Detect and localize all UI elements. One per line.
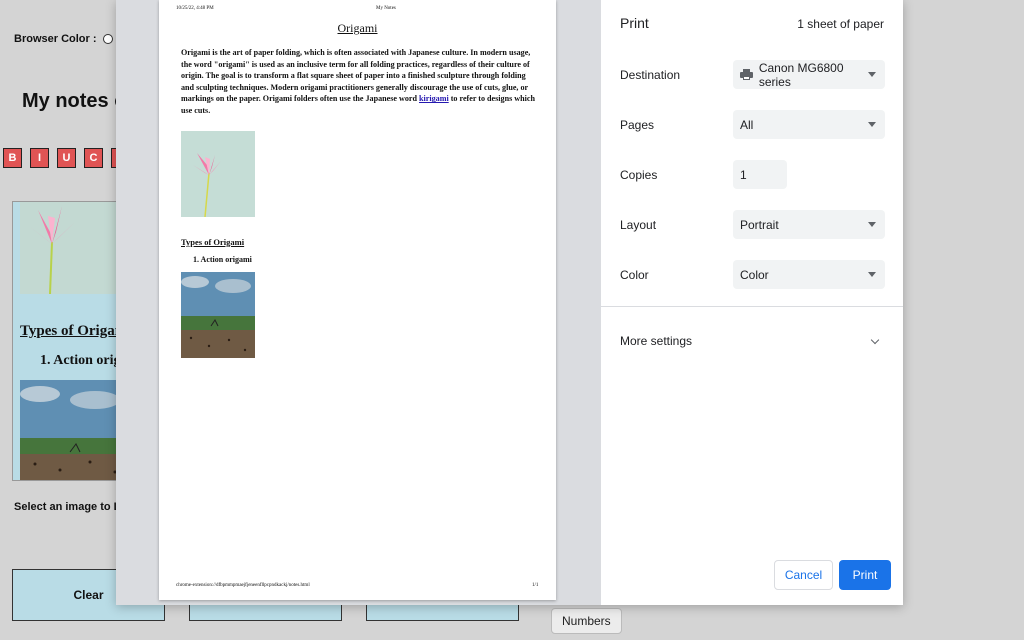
print-settings-panel: Print 1 sheet of paper Destination Canon… — [601, 0, 903, 605]
browser-color-radio[interactable] — [102, 34, 113, 44]
color-button[interactable]: C — [84, 148, 103, 168]
preview-body-text: Origami is the art of paper folding, whi… — [181, 47, 537, 117]
underline-button[interactable]: U — [57, 148, 76, 168]
print-preview-area: 10/25/22, 4:48 PM My Notes Origami Origa… — [116, 0, 601, 605]
chevron-down-icon — [870, 335, 880, 344]
editor-subheading: Types of Origam — [20, 323, 128, 339]
more-settings-toggle[interactable]: More settings — [601, 326, 903, 356]
bold-button[interactable]: B — [3, 148, 22, 168]
caret-down-icon — [868, 72, 876, 77]
preview-subheading: Types of Origami — [181, 237, 245, 247]
caret-down-icon — [868, 222, 876, 227]
cancel-button[interactable]: Cancel — [774, 560, 833, 590]
numbers-tooltip: Numbers — [551, 608, 622, 634]
origami-flower-image — [20, 202, 130, 294]
format-toolbar: B I U C — [3, 148, 130, 168]
color-value: Color — [740, 267, 769, 282]
italic-button[interactable]: I — [30, 148, 49, 168]
printer-icon — [740, 69, 753, 80]
destination-select[interactable]: Canon MG6800 series — [733, 60, 885, 89]
caret-down-icon — [868, 122, 876, 127]
pages-label: Pages — [620, 118, 655, 132]
print-dialog: 10/25/22, 4:48 PM My Notes Origami Origa… — [116, 0, 903, 605]
preview-header-title: My Notes — [376, 6, 396, 11]
preview-header-datetime: 10/25/22, 4:48 PM — [176, 6, 214, 11]
more-settings-label: More settings — [620, 334, 693, 348]
color-select[interactable]: Color — [733, 260, 885, 289]
preview-page: 10/25/22, 4:48 PM My Notes Origami Origa… — [159, 0, 556, 600]
layout-value: Portrait — [740, 217, 779, 232]
layout-label: Layout — [620, 218, 657, 232]
sheet-count: 1 sheet of paper — [797, 17, 884, 31]
editor-list-item: 1. Action origa — [40, 353, 128, 368]
preview-doc-title: Origami — [337, 21, 378, 35]
copies-input[interactable]: 1 — [733, 160, 787, 189]
destination-label: Destination — [620, 68, 681, 82]
select-image-text: Select an image to Lo — [14, 501, 128, 513]
layout-select[interactable]: Portrait — [733, 210, 885, 239]
print-dialog-title: Print — [620, 15, 649, 31]
browser-color-label: Browser Color : — [14, 33, 97, 45]
notes-heading: My notes o — [22, 90, 127, 112]
action-origami-image — [20, 380, 130, 480]
pages-value: All — [740, 117, 754, 132]
print-button[interactable]: Print — [839, 560, 891, 590]
settings-divider — [601, 306, 903, 307]
preview-action-origami-image — [181, 272, 255, 358]
color-label: Color — [620, 268, 649, 282]
caret-down-icon — [868, 272, 876, 277]
preview-list-item: 1. Action origami — [193, 255, 252, 264]
pages-select[interactable]: All — [733, 110, 885, 139]
destination-value: Canon MG6800 series — [758, 60, 844, 89]
preview-origami-flower-image — [181, 131, 255, 217]
preview-kirigami-link: kirigami — [419, 94, 449, 104]
preview-footer-page-number: 1/1 — [532, 583, 539, 588]
copies-label: Copies — [620, 168, 658, 182]
preview-footer-url: chrome-extension://dfbpmmpmaejfjeneenfll… — [176, 583, 310, 588]
browser-color-row: Browser Color : Li — [14, 33, 126, 45]
